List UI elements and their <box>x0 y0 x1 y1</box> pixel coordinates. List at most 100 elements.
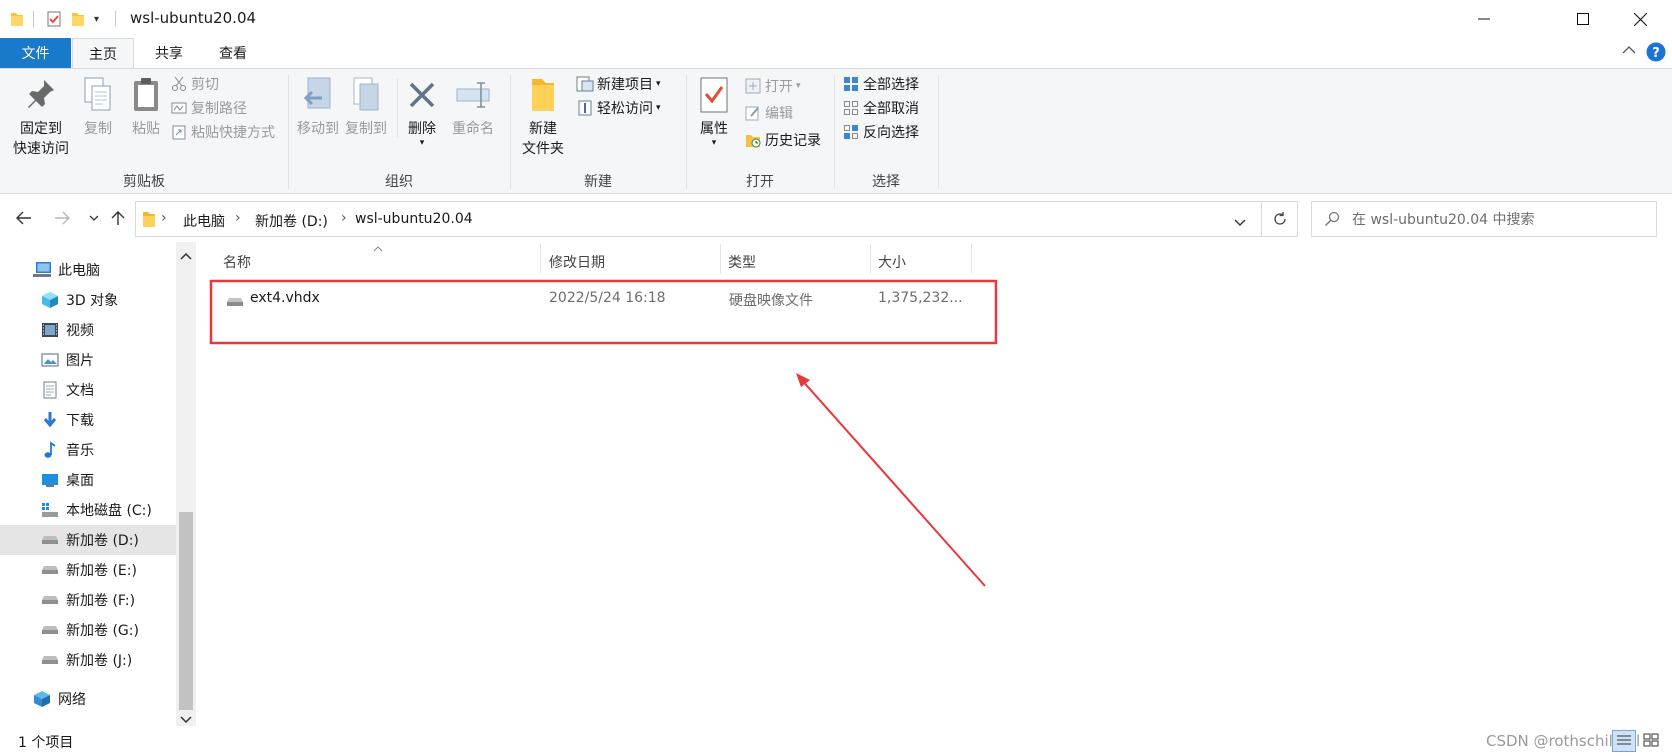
close-button[interactable] <box>1612 0 1668 38</box>
paste-shortcut-icon <box>170 123 188 141</box>
cube-icon <box>40 290 60 310</box>
column-header-name[interactable]: 名称 <box>223 252 251 272</box>
refresh-button[interactable] <box>1262 201 1298 237</box>
easy-access-dropdown-icon[interactable]: ▾ <box>656 103 661 113</box>
nav-item-desktop[interactable]: 桌面 <box>0 465 176 495</box>
breadcrumb-this-pc[interactable]: 此电脑 <box>183 211 225 231</box>
forward-button[interactable] <box>50 206 74 230</box>
recent-locations-button[interactable] <box>82 206 106 230</box>
ribbon-tab-bar: 文件 主页 共享 查看 ? <box>0 38 1672 69</box>
column-header-modified[interactable]: 修改日期 <box>549 252 605 272</box>
properties-button[interactable]: 属性 ▾ <box>692 75 736 148</box>
group-label-open: 打开 <box>746 174 774 190</box>
up-button[interactable] <box>106 206 130 230</box>
pin-label-line2: 快速访问 <box>13 141 69 157</box>
minimize-button[interactable] <box>1456 0 1512 38</box>
pin-to-quick-access-button[interactable]: 固定到 快速访问 <box>10 75 72 159</box>
large-icons-view-button[interactable] <box>1640 730 1664 752</box>
select-all-icon <box>842 75 860 93</box>
download-icon <box>40 410 60 430</box>
new-folder-quick-icon[interactable] <box>71 10 85 28</box>
tab-share[interactable]: 共享 <box>138 38 200 68</box>
drive-icon <box>40 530 60 550</box>
new-folder-button[interactable]: 新建 文件夹 <box>518 75 568 159</box>
nav-item-drive-j[interactable]: 新加卷 (J:) <box>0 645 176 675</box>
copy-to-label: 复制到 <box>345 121 387 137</box>
tab-file[interactable]: 文件 <box>0 38 71 68</box>
nav-label: 音乐 <box>66 443 94 459</box>
cut-button[interactable]: 剪切 <box>170 73 219 95</box>
chevron-right-icon[interactable]: › <box>235 210 241 226</box>
nav-item-videos[interactable]: 视频 <box>0 315 176 345</box>
maximize-button[interactable] <box>1555 0 1611 38</box>
new-folder-label-line2: 文件夹 <box>522 141 564 157</box>
properties-dropdown-icon[interactable]: ▾ <box>712 139 717 148</box>
drive-icon <box>40 620 60 640</box>
group-label-new: 新建 <box>584 174 612 190</box>
pin-icon <box>22 75 60 115</box>
address-dropdown-icon[interactable] <box>1234 215 1246 231</box>
desktop-icon <box>40 470 60 490</box>
tab-home[interactable]: 主页 <box>72 38 134 69</box>
windows-drive-icon <box>40 500 60 520</box>
column-header-type[interactable]: 类型 <box>728 252 756 272</box>
column-header-size[interactable]: 大小 <box>878 252 906 272</box>
delete-dropdown-icon[interactable]: ▾ <box>420 139 425 148</box>
paste-button[interactable]: 粘贴 <box>124 75 168 139</box>
nav-item-downloads[interactable]: 下载 <box>0 405 176 435</box>
properties-quick-icon[interactable] <box>46 10 62 28</box>
file-row[interactable]: ext4.vhdx 2022/5/24 16:18 硬盘映像文件 1,375,2… <box>212 284 992 316</box>
title-bar: ▾ wsl-ubuntu20.04 <box>0 0 1672 38</box>
tab-view[interactable]: 查看 <box>200 38 266 68</box>
breadcrumb-drive-d[interactable]: 新加卷 (D:) <box>255 211 328 231</box>
nav-item-drive-e[interactable]: 新加卷 (E:) <box>0 555 176 585</box>
copy-to-button[interactable]: 复制到 <box>342 75 390 139</box>
chevron-right-icon[interactable]: › <box>341 210 347 226</box>
scroll-up-icon[interactable] <box>180 248 192 264</box>
nav-label: 视频 <box>66 323 94 339</box>
nav-item-music[interactable]: 音乐 <box>0 435 176 465</box>
invert-selection-button[interactable]: 反向选择 <box>842 121 919 143</box>
open-dropdown-icon[interactable]: ▾ <box>796 81 801 91</box>
rename-icon <box>454 75 492 115</box>
search-input[interactable]: 在 wsl-ubuntu20.04 中搜索 <box>1311 201 1657 237</box>
easy-access-icon <box>576 99 594 117</box>
nav-item-documents[interactable]: 文档 <box>0 375 176 405</box>
group-label-organize: 组织 <box>385 174 413 190</box>
move-to-icon <box>299 75 337 115</box>
nav-item-drive-g[interactable]: 新加卷 (G:) <box>0 615 176 645</box>
nav-scrollbar-thumb[interactable] <box>179 512 193 710</box>
nav-item-network[interactable]: 网络 <box>0 684 176 714</box>
edit-button[interactable]: 编辑 <box>744 102 793 124</box>
back-button[interactable] <box>12 206 36 230</box>
help-icon[interactable]: ? <box>1646 42 1666 66</box>
history-button[interactable]: 历史记录 <box>744 129 821 151</box>
easy-access-button[interactable]: 轻松访问 ▾ <box>576 97 661 119</box>
nav-item-drive-c[interactable]: 本地磁盘 (C:) <box>0 495 176 525</box>
new-item-dropdown-icon[interactable]: ▾ <box>656 79 661 89</box>
customize-quick-access-icon[interactable]: ▾ <box>94 10 99 28</box>
nav-item-drive-f[interactable]: 新加卷 (F:) <box>0 585 176 615</box>
open-button[interactable]: 打开 ▾ <box>744 75 801 97</box>
file-modified: 2022/5/24 16:18 <box>549 290 666 306</box>
scissors-icon <box>170 75 188 93</box>
address-bar[interactable]: › 此电脑 › 新加卷 (D:) › wsl-ubuntu20.04 <box>135 201 1262 237</box>
nav-item-this-pc[interactable]: 此电脑 <box>0 255 176 285</box>
svg-text:?: ? <box>1652 46 1660 61</box>
nav-item-3d-objects[interactable]: 3D 对象 <box>0 285 176 315</box>
nav-item-pictures[interactable]: 图片 <box>0 345 176 375</box>
delete-button[interactable]: 删除 ▾ <box>402 75 442 148</box>
details-view-button[interactable] <box>1612 730 1636 752</box>
select-none-button[interactable]: 全部取消 <box>842 97 919 119</box>
new-item-button[interactable]: 新建项目 ▾ <box>576 73 661 95</box>
paste-shortcut-button[interactable]: 粘贴快捷方式 <box>170 121 275 143</box>
move-to-button[interactable]: 移动到 <box>294 75 342 139</box>
collapse-ribbon-icon[interactable] <box>1622 44 1636 59</box>
nav-item-drive-d[interactable]: 新加卷 (D:) <box>0 525 176 555</box>
select-all-button[interactable]: 全部选择 <box>842 73 919 95</box>
copy-path-button[interactable]: 复制路径 <box>170 97 247 119</box>
rename-button[interactable]: 重命名 <box>445 75 501 139</box>
breadcrumb-current-folder[interactable]: wsl-ubuntu20.04 <box>355 211 473 227</box>
chevron-right-icon[interactable]: › <box>161 210 167 226</box>
copy-button[interactable]: 复制 <box>76 75 120 139</box>
